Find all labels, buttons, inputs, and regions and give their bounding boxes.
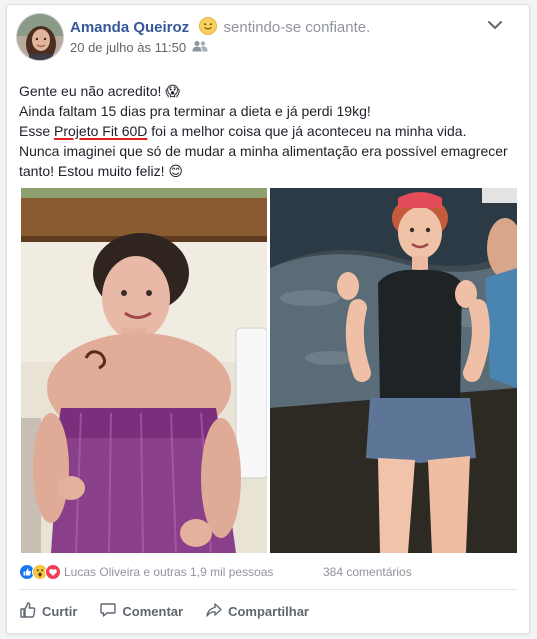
love-reaction-icon [45, 564, 61, 580]
action-bar: Curtir Comentar Compartilhar [19, 597, 519, 625]
comment-label: Comentar [122, 603, 184, 619]
thumbs-up-icon [19, 601, 37, 622]
post-card: Amanda Queiroz sentindo-se confiante. 20… [6, 4, 530, 634]
post-line-3: Esse Projeto Fit 60D foi a melhor coisa … [19, 121, 519, 141]
comment-button[interactable]: Comentar [99, 601, 183, 622]
timestamp[interactable]: 20 de julho às 11:50 [70, 40, 186, 55]
comment-icon [99, 601, 117, 622]
divider [19, 589, 517, 590]
feeling-text: sentindo-se confiante. [223, 19, 371, 36]
like-label: Curtir [42, 603, 78, 619]
like-button[interactable]: Curtir [19, 601, 77, 622]
smiling-emoji-icon [199, 17, 218, 35]
post-text: Gente eu não acredito! 😱 Ainda faltam 15… [19, 81, 519, 181]
reactions-summary[interactable]: Lucas Oliveira e outras 1,9 mil pessoas … [19, 562, 519, 582]
project-link[interactable]: Projeto Fit 60D [54, 123, 147, 139]
share-label: Compartilhar [228, 603, 309, 619]
reaction-icons[interactable] [19, 564, 61, 580]
comments-count[interactable]: 384 comentários [323, 565, 412, 579]
photo-before[interactable] [21, 188, 267, 553]
reactions-text[interactable]: Lucas Oliveira e outras 1,9 mil pessoas [64, 565, 273, 579]
share-icon [205, 601, 223, 622]
post-line-3-suffix: foi a melhor coisa que já aconteceu na m… [147, 123, 467, 139]
post-meta: 20 de julho às 11:50 [70, 40, 208, 55]
post-header: Amanda Queiroz sentindo-se confiante. [70, 17, 370, 36]
avatar[interactable] [16, 13, 64, 61]
chevron-down-icon[interactable] [487, 17, 503, 33]
author-name[interactable]: Amanda Queiroz [70, 19, 189, 36]
post-line-2: Ainda faltam 15 dias pra terminar a diet… [19, 103, 371, 119]
share-button[interactable]: Compartilhar [205, 601, 309, 622]
post-line-4: Nunca imaginei que só de mudar a minha a… [19, 143, 508, 179]
post-line-3-prefix: Esse [19, 123, 55, 139]
friends-icon[interactable] [192, 40, 208, 55]
post-line-1: Gente eu não acredito! 😱 [19, 83, 180, 99]
photo-after[interactable] [270, 188, 517, 553]
